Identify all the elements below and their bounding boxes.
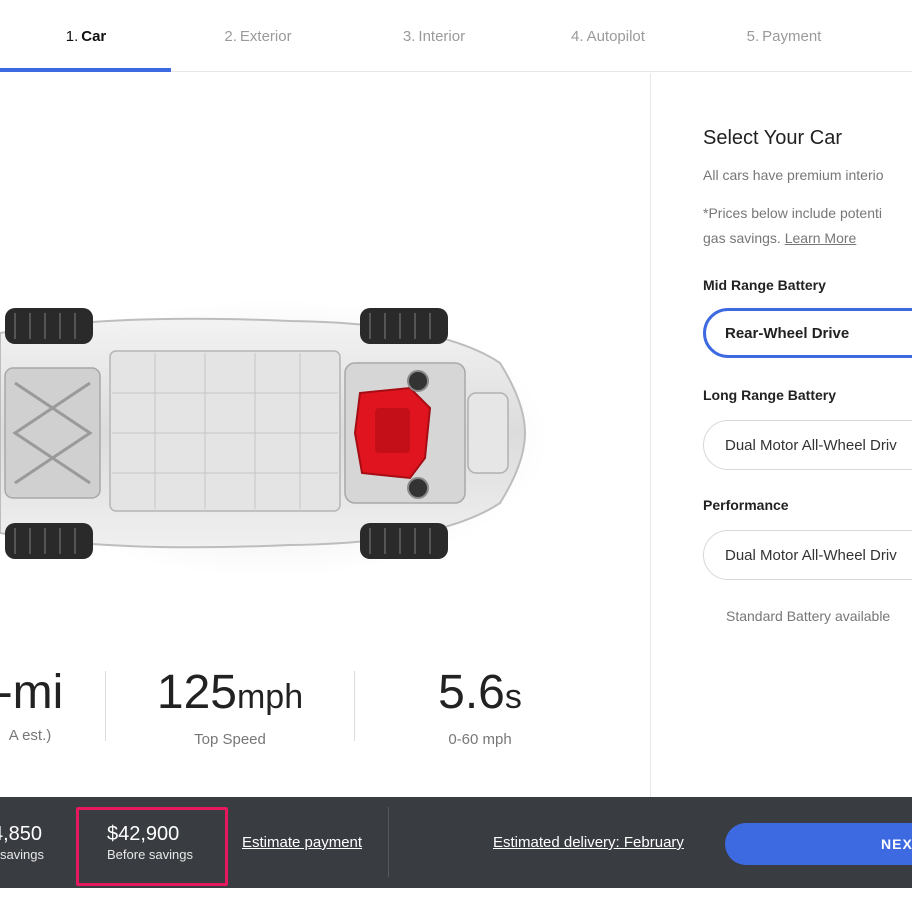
tesla-configurator-page: 1. Car 2. Exterior 3. Interior 4. Autopi…	[0, 0, 912, 912]
page-bottom-margin	[0, 888, 912, 912]
tab-number: 2.	[224, 27, 237, 45]
group-label-long-range: Long Range Battery	[703, 387, 837, 403]
tab-interior[interactable]: 3. Interior	[348, 0, 520, 72]
bottom-price-bar: 4,850 r savings $42,900 Before savings E…	[0, 797, 912, 888]
car-preview-area: -mi A est.) 125mph Top Speed 5.6s 0-60 m…	[0, 73, 650, 797]
group-label-performance: Performance	[703, 497, 789, 513]
spec-divider	[354, 671, 355, 741]
tab-label: Payment	[762, 27, 822, 45]
after-savings-price: 4,850 r savings	[0, 822, 44, 864]
panel-title: Select Your Car	[703, 127, 842, 149]
panel-description: All cars have premium interio	[703, 167, 884, 183]
active-tab-indicator	[0, 68, 171, 72]
standard-battery-note: Standard Battery available	[726, 608, 891, 624]
tab-label: Exterior	[239, 27, 292, 45]
wheel-rear-left	[360, 308, 448, 344]
after-savings-amount: 4,850	[0, 823, 43, 845]
next-button[interactable]: NEXT	[725, 823, 912, 865]
tab-autopilot[interactable]: 4. Autopilot	[522, 0, 694, 72]
after-savings-label: r savings	[0, 847, 45, 862]
spec-acceleration-label: 0-60 mph	[448, 731, 512, 748]
tab-number: 5.	[746, 27, 760, 45]
option-performance-dual-motor[interactable]: Dual Motor All-Wheel Driv	[703, 530, 912, 580]
price-note: *Prices below include potenti gas saving…	[703, 205, 882, 246]
tab-payment[interactable]: 5. Payment	[698, 0, 870, 72]
wheel-front-left	[5, 308, 93, 344]
tab-label: Car	[81, 27, 107, 45]
learn-more-link[interactable]: Learn More	[785, 230, 857, 246]
spec-range-label: A est.)	[8, 727, 52, 744]
option-long-range-dual-motor[interactable]: Dual Motor All-Wheel Driv	[703, 420, 912, 470]
battery-pack	[109, 350, 341, 512]
spec-acceleration-value: 5.6s	[438, 666, 522, 719]
tab-number: 4.	[571, 27, 584, 45]
tab-car[interactable]: 1. Car	[0, 0, 172, 72]
tab-number: 1.	[65, 27, 79, 45]
tab-label: Interior	[418, 27, 466, 45]
spec-acceleration: 5.6s 0-60 mph	[380, 665, 580, 748]
tab-number: 3.	[402, 27, 416, 45]
rear-trunk	[467, 392, 509, 474]
spec-top-speed-value: 125mph	[156, 666, 304, 719]
car-chassis-image	[0, 298, 550, 578]
estimate-payment-link[interactable]: Estimate payment	[242, 834, 362, 851]
estimated-delivery-link[interactable]: Estimated delivery: February	[493, 834, 684, 851]
tab-label: Autopilot	[586, 27, 645, 45]
step-tabs: 1. Car 2. Exterior 3. Interior 4. Autopi…	[0, 0, 912, 72]
spec-top-speed: 125mph Top Speed	[130, 665, 330, 748]
option-rear-wheel-drive[interactable]: Rear-Wheel Drive	[703, 308, 912, 358]
spec-top-speed-label: Top Speed	[194, 731, 266, 748]
highlight-box	[76, 807, 228, 886]
spec-divider	[105, 671, 106, 741]
group-label-mid-range: Mid Range Battery	[703, 277, 826, 293]
spec-range: -mi A est.)	[0, 665, 100, 744]
spec-range-value: -mi	[0, 666, 64, 719]
wheel-rear-right	[360, 523, 448, 559]
bar-divider	[388, 807, 389, 877]
tab-exterior[interactable]: 2. Exterior	[172, 0, 344, 72]
wheel-front-right	[5, 523, 93, 559]
car-selection-panel: Select Your Car All cars have premium in…	[650, 73, 912, 797]
